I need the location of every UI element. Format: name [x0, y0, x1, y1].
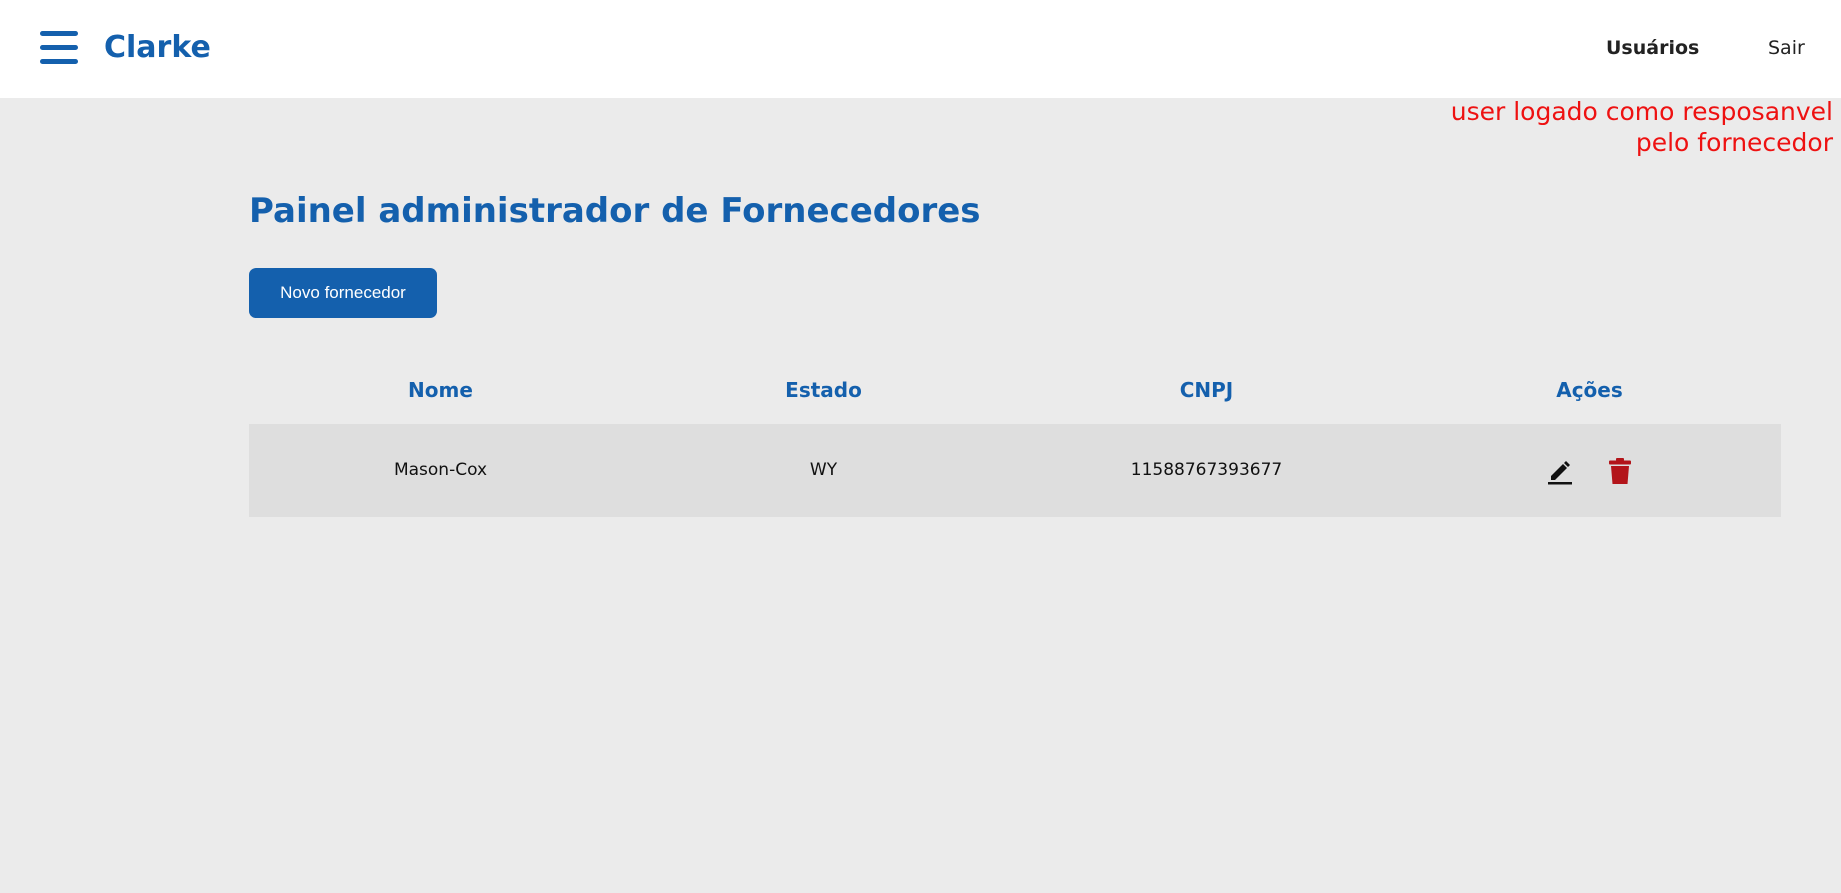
- column-header-nome: Nome: [408, 378, 473, 402]
- column-header-estado: Estado: [785, 378, 862, 402]
- nav-link-usuarios[interactable]: Usuários: [1606, 36, 1699, 60]
- cell-actions: [1398, 424, 1781, 517]
- edit-pencil-icon[interactable]: [1545, 456, 1575, 486]
- hamburger-menu-icon[interactable]: [40, 30, 78, 66]
- column-header-cnpj: CNPJ: [1179, 378, 1234, 402]
- delete-trash-icon[interactable]: [1605, 456, 1635, 486]
- top-navbar: Clarke Usuários Sair: [0, 0, 1841, 98]
- brand-logo[interactable]: Clarke: [104, 28, 211, 68]
- annotation-line-2: pelo fornecedor: [1635, 128, 1833, 157]
- cell-nome: Mason-Cox: [393, 460, 488, 480]
- table-row: Mason-Cox WY 11588767393677: [249, 424, 1781, 517]
- new-supplier-button[interactable]: Novo fornecedor: [249, 268, 437, 318]
- page-title: Painel administrador de Fornecedores: [249, 191, 981, 231]
- nav-link-sair[interactable]: Sair: [1768, 36, 1805, 60]
- table-header: Nome Estado CNPJ Ações: [249, 364, 1781, 424]
- cell-estado: WY: [809, 460, 838, 480]
- suppliers-table: Nome Estado CNPJ Ações Mason-Cox WY 1158…: [249, 364, 1781, 517]
- column-header-acoes: Ações: [1556, 378, 1623, 402]
- annotation-line-1: user logado como resposanvel: [1450, 97, 1833, 126]
- annotation-note: user logado como resposanvel pelo fornec…: [1413, 96, 1833, 158]
- cell-cnpj: 11588767393677: [1130, 460, 1283, 480]
